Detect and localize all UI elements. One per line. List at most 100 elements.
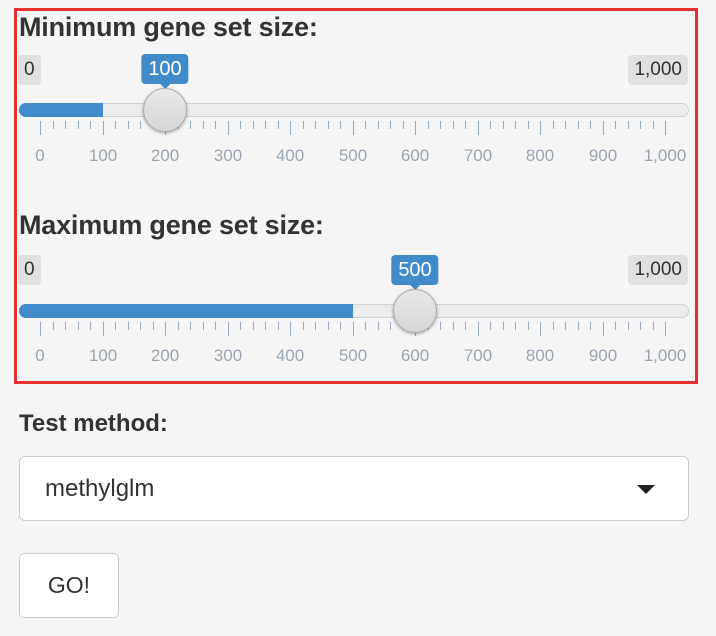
min-slider-minor-tick xyxy=(453,121,454,129)
min-slider-minor-tick xyxy=(403,121,404,129)
min-slider-minor-tick xyxy=(78,121,79,129)
min-slider-minor-tick xyxy=(328,121,329,129)
max-slider-minor-tick xyxy=(653,322,654,330)
max-slider-minor-tick xyxy=(378,322,379,330)
max-slider-tick-label: 200 xyxy=(150,346,180,365)
min-slider-minor-tick xyxy=(565,121,566,129)
min-slider-minor-tick xyxy=(390,121,391,129)
max-slider-tick-label: 300 xyxy=(213,346,243,365)
max-slider-minor-tick xyxy=(528,322,529,330)
max-slider-handle[interactable] xyxy=(393,289,437,333)
min-slider-minor-tick xyxy=(115,121,116,129)
min-slider-major-tick xyxy=(540,121,541,135)
max-slider-minor-tick xyxy=(78,322,79,330)
min-slider-minor-tick xyxy=(190,121,191,129)
min-slider-tick-label: 1,000 xyxy=(643,146,687,165)
max-slider-tick-label: 500 xyxy=(338,346,368,365)
min-slider-minor-tick xyxy=(240,121,241,129)
min-slider-minor-tick xyxy=(365,121,366,129)
min-slider-tick-label: 500 xyxy=(338,146,368,165)
max-slider-tick-label: 600 xyxy=(400,346,430,365)
min-slider-minor-tick xyxy=(628,121,629,129)
max-slider-major-tick xyxy=(165,322,166,336)
caret-down-icon xyxy=(637,485,655,494)
min-slider-minor-tick xyxy=(215,121,216,129)
max-slider-minor-tick xyxy=(553,322,554,330)
min-slider-min-badge: 0 xyxy=(18,55,41,85)
max-slider-value-badge: 500 xyxy=(391,255,439,290)
min-slider-minor-tick xyxy=(440,121,441,129)
max-slider-minor-tick xyxy=(365,322,366,330)
min-slider-major-tick xyxy=(478,121,479,135)
max-slider-minor-tick xyxy=(590,322,591,330)
min-slider-tick-label: 200 xyxy=(150,146,180,165)
min-slider-tick-label: 900 xyxy=(588,146,618,165)
max-slider-minor-tick xyxy=(265,322,266,330)
min-slider-major-tick xyxy=(290,121,291,135)
max-slider-tick-label: 0 xyxy=(35,346,45,365)
max-slider-tick-label: 100 xyxy=(88,346,118,365)
max-slider-minor-tick xyxy=(278,322,279,330)
test-method-select[interactable]: methylglm xyxy=(19,456,689,521)
max-slider-minor-tick xyxy=(490,322,491,330)
max-gene-set-label: Maximum gene set size: xyxy=(19,210,324,240)
min-slider-tick-label: 700 xyxy=(463,146,493,165)
max-slider-minor-tick xyxy=(190,322,191,330)
min-slider-track[interactable] xyxy=(19,103,689,117)
max-slider-minor-tick xyxy=(203,322,204,330)
min-slider-minor-tick xyxy=(378,121,379,129)
max-slider-minor-tick xyxy=(128,322,129,330)
min-slider-fill xyxy=(19,103,103,117)
max-slider-tick-label: 1,000 xyxy=(643,346,687,365)
max-slider-minor-tick xyxy=(390,322,391,330)
max-slider-max-badge: 1,000 xyxy=(628,255,688,285)
min-slider-minor-tick xyxy=(428,121,429,129)
max-slider-minor-tick xyxy=(503,322,504,330)
min-slider-handle[interactable] xyxy=(143,88,187,132)
min-slider-major-tick xyxy=(603,121,604,135)
min-slider-tick-label: 100 xyxy=(88,146,118,165)
max-slider-minor-tick xyxy=(315,322,316,330)
min-slider-tick-label: 400 xyxy=(275,146,305,165)
max-slider-major-tick xyxy=(228,322,229,336)
max-slider-major-tick xyxy=(40,322,41,336)
max-slider-major-tick xyxy=(478,322,479,336)
min-slider-minor-tick xyxy=(590,121,591,129)
min-slider-minor-tick xyxy=(303,121,304,129)
max-slider-fill xyxy=(19,304,353,318)
max-slider-major-tick xyxy=(665,322,666,336)
min-slider-minor-tick xyxy=(265,121,266,129)
max-slider-minor-tick xyxy=(140,322,141,330)
max-slider-major-tick xyxy=(540,322,541,336)
max-slider-minor-tick xyxy=(640,322,641,330)
go-button[interactable]: GO! xyxy=(19,553,119,618)
min-slider-major-tick xyxy=(665,121,666,135)
max-slider-minor-tick xyxy=(628,322,629,330)
min-slider-minor-tick xyxy=(315,121,316,129)
highlight-box xyxy=(14,8,698,384)
max-slider-minor-tick xyxy=(465,322,466,330)
min-slider-minor-tick xyxy=(140,121,141,129)
min-slider-minor-tick xyxy=(340,121,341,129)
max-slider-minor-tick xyxy=(453,322,454,330)
max-slider-minor-tick xyxy=(565,322,566,330)
min-slider-minor-tick xyxy=(253,121,254,129)
max-slider-minor-tick xyxy=(115,322,116,330)
test-method-selected-value: methylglm xyxy=(45,475,155,502)
max-slider-minor-tick xyxy=(65,322,66,330)
min-slider-minor-tick xyxy=(490,121,491,129)
max-slider-major-tick xyxy=(290,322,291,336)
max-slider-tick-label: 800 xyxy=(525,346,555,365)
min-slider-major-tick xyxy=(40,121,41,135)
max-slider-minor-tick xyxy=(53,322,54,330)
min-slider-tick-label: 600 xyxy=(400,146,430,165)
max-slider-major-tick xyxy=(603,322,604,336)
min-slider-minor-tick xyxy=(128,121,129,129)
min-slider-minor-tick xyxy=(615,121,616,129)
min-slider-tick-label: 800 xyxy=(525,146,555,165)
min-gene-set-label: Minimum gene set size: xyxy=(19,12,318,42)
min-slider-minor-tick xyxy=(278,121,279,129)
min-slider-minor-tick xyxy=(653,121,654,129)
min-slider-minor-tick xyxy=(528,121,529,129)
max-slider-minor-tick xyxy=(440,322,441,330)
